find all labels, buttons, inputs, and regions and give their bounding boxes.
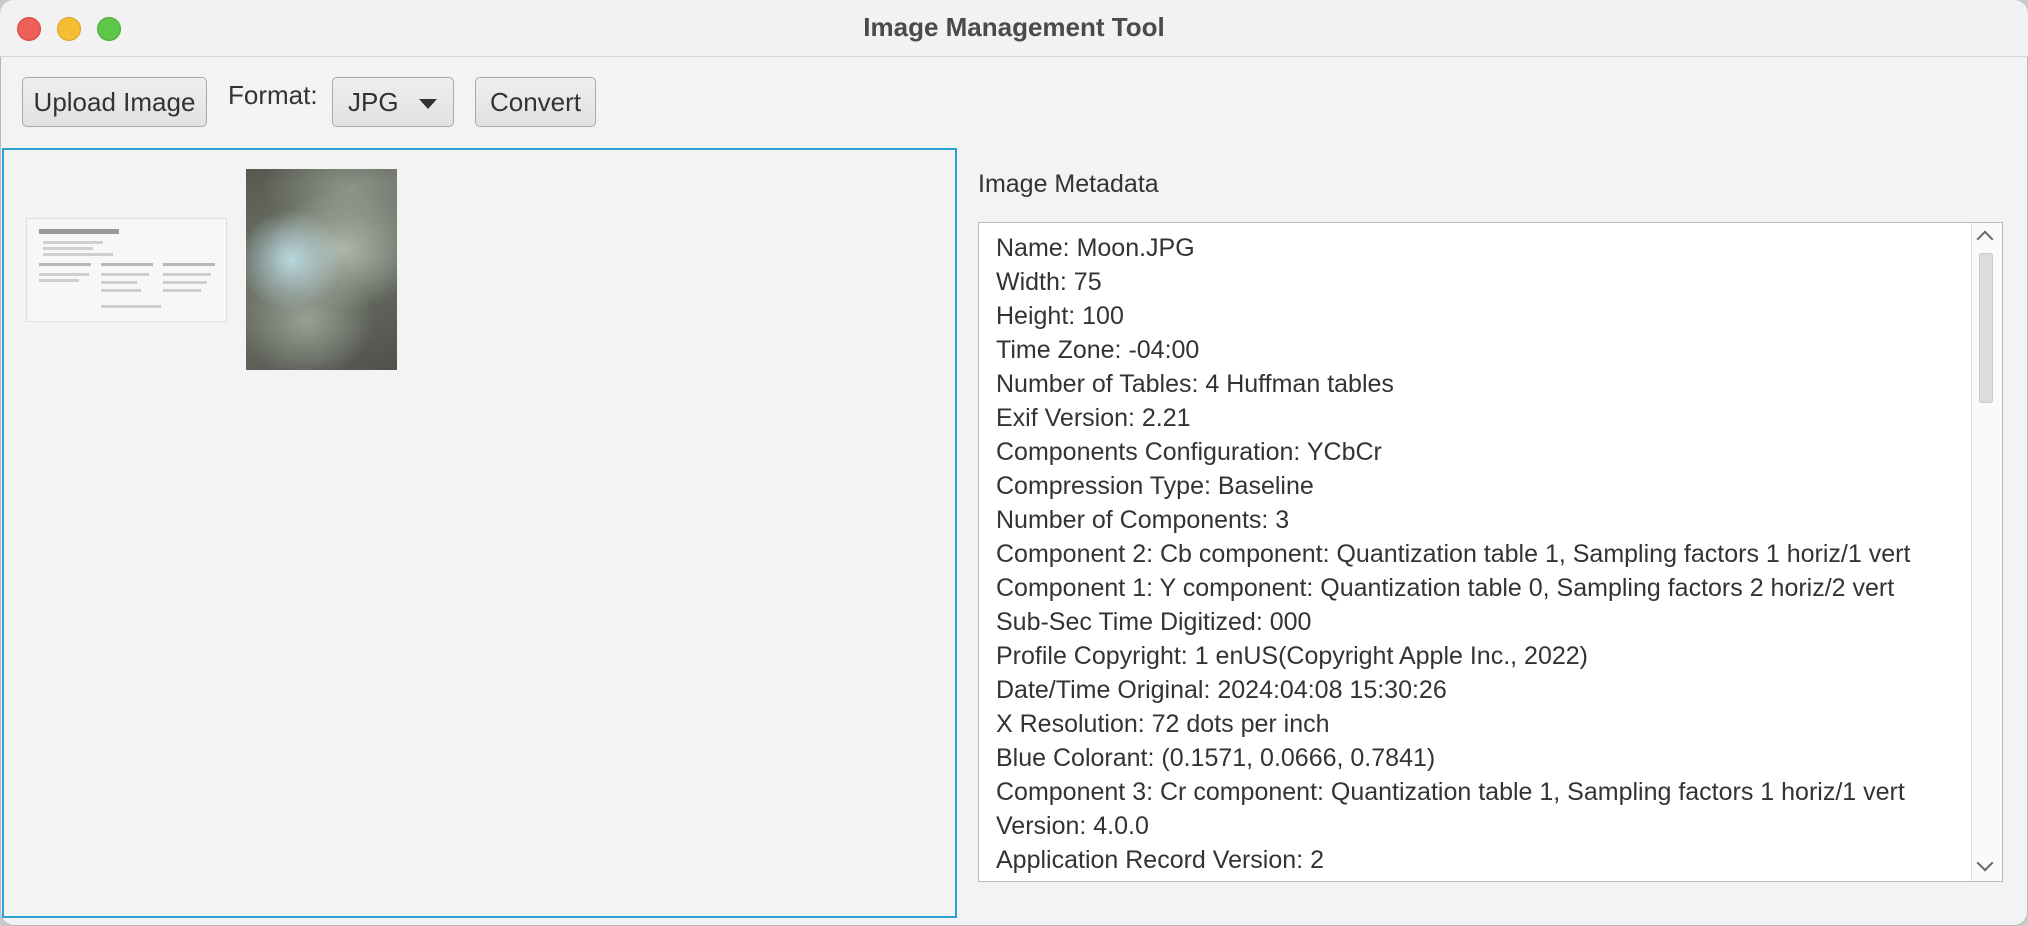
document-thumbnail-line — [101, 281, 137, 284]
metadata-line: Profile Copyright: 1 enUS(Copyright Appl… — [996, 642, 1588, 670]
document-thumbnail-line — [39, 279, 79, 282]
metadata-line: Width: 75 — [996, 268, 1102, 296]
document-thumbnail-title — [39, 229, 119, 234]
format-select-value: JPG — [348, 86, 399, 117]
metadata-line: Component 2: Cb component: Quantization … — [996, 540, 1911, 568]
document-thumbnail-line — [39, 273, 89, 276]
metadata-line: Exif Version: 2.21 — [996, 404, 1191, 432]
document-thumbnail-line — [163, 281, 207, 284]
metadata-line: Compression Type: Baseline — [996, 472, 1314, 500]
format-label: Format: — [228, 80, 318, 110]
document-thumbnail-line — [163, 273, 211, 276]
metadata-label: Image Metadata — [978, 170, 1159, 198]
vertical-scrollbar[interactable] — [1971, 223, 2002, 881]
thumbnail-document[interactable] — [26, 218, 227, 322]
scroll-up-icon[interactable] — [1976, 230, 1994, 248]
document-thumbnail-line — [43, 241, 103, 244]
metadata-line: Component 3: Cr component: Quantization … — [996, 778, 1905, 806]
metadata-line: Height: 100 — [996, 302, 1124, 330]
metadata-line: Component 1: Y component: Quantization t… — [996, 574, 1895, 602]
metadata-line: Time Zone: -04:00 — [996, 336, 1200, 364]
upload-image-button[interactable]: Upload Image — [22, 77, 207, 127]
metadata-line: Application Record Version: 2 — [996, 846, 1324, 874]
window-title: Image Management Tool — [863, 12, 1165, 42]
metadata-line: X Resolution: 72 dots per inch — [996, 710, 1330, 738]
document-thumbnail-line — [163, 289, 201, 292]
metadata-line: Number of Components: 3 — [996, 506, 1290, 534]
image-gallery[interactable] — [2, 148, 957, 918]
thumbnail-moon-photo[interactable] — [246, 169, 397, 370]
metadata-line: Sub-Sec Time Digitized: 000 — [996, 608, 1312, 636]
document-thumbnail-line — [101, 273, 149, 276]
metadata-list: Name: Moon.JPG Width: 75 Height: 100 Time Z… — [996, 231, 1910, 877]
metadata-line: Blue Colorant: (0.1571, 0.0666, 0.7841) — [996, 744, 1436, 772]
format-select[interactable]: JPG — [332, 77, 454, 127]
document-thumbnail-column — [101, 263, 153, 266]
app-window: Image Management Tool Upload Image Forma… — [0, 0, 2028, 926]
document-thumbnail-line — [43, 247, 93, 250]
metadata-line: Components Configuration: YCbCr — [996, 438, 1382, 466]
metadata-text-area[interactable]: Name: Moon.JPG Width: 75 Height: 100 Time Z… — [978, 222, 2003, 882]
document-thumbnail-line — [43, 253, 113, 256]
scrollbar-thumb[interactable] — [1979, 253, 1993, 403]
metadata-line: Date/Time Original: 2024:04:08 15:30:26 — [996, 676, 1447, 704]
metadata-line: Number of Tables: 4 Huffman tables — [996, 370, 1394, 398]
metadata-line: Name: Moon.JPG — [996, 234, 1195, 262]
document-thumbnail-line — [101, 305, 161, 308]
metadata-line: Version: 4.0.0 — [996, 812, 1149, 840]
scroll-down-icon[interactable] — [1976, 854, 1994, 872]
title-bar: Image Management Tool — [0, 0, 2028, 57]
convert-button[interactable]: Convert — [475, 77, 596, 127]
document-thumbnail-column — [39, 263, 91, 266]
chevron-down-icon — [419, 99, 437, 109]
document-thumbnail-column — [163, 263, 215, 266]
document-thumbnail-line — [101, 289, 141, 292]
